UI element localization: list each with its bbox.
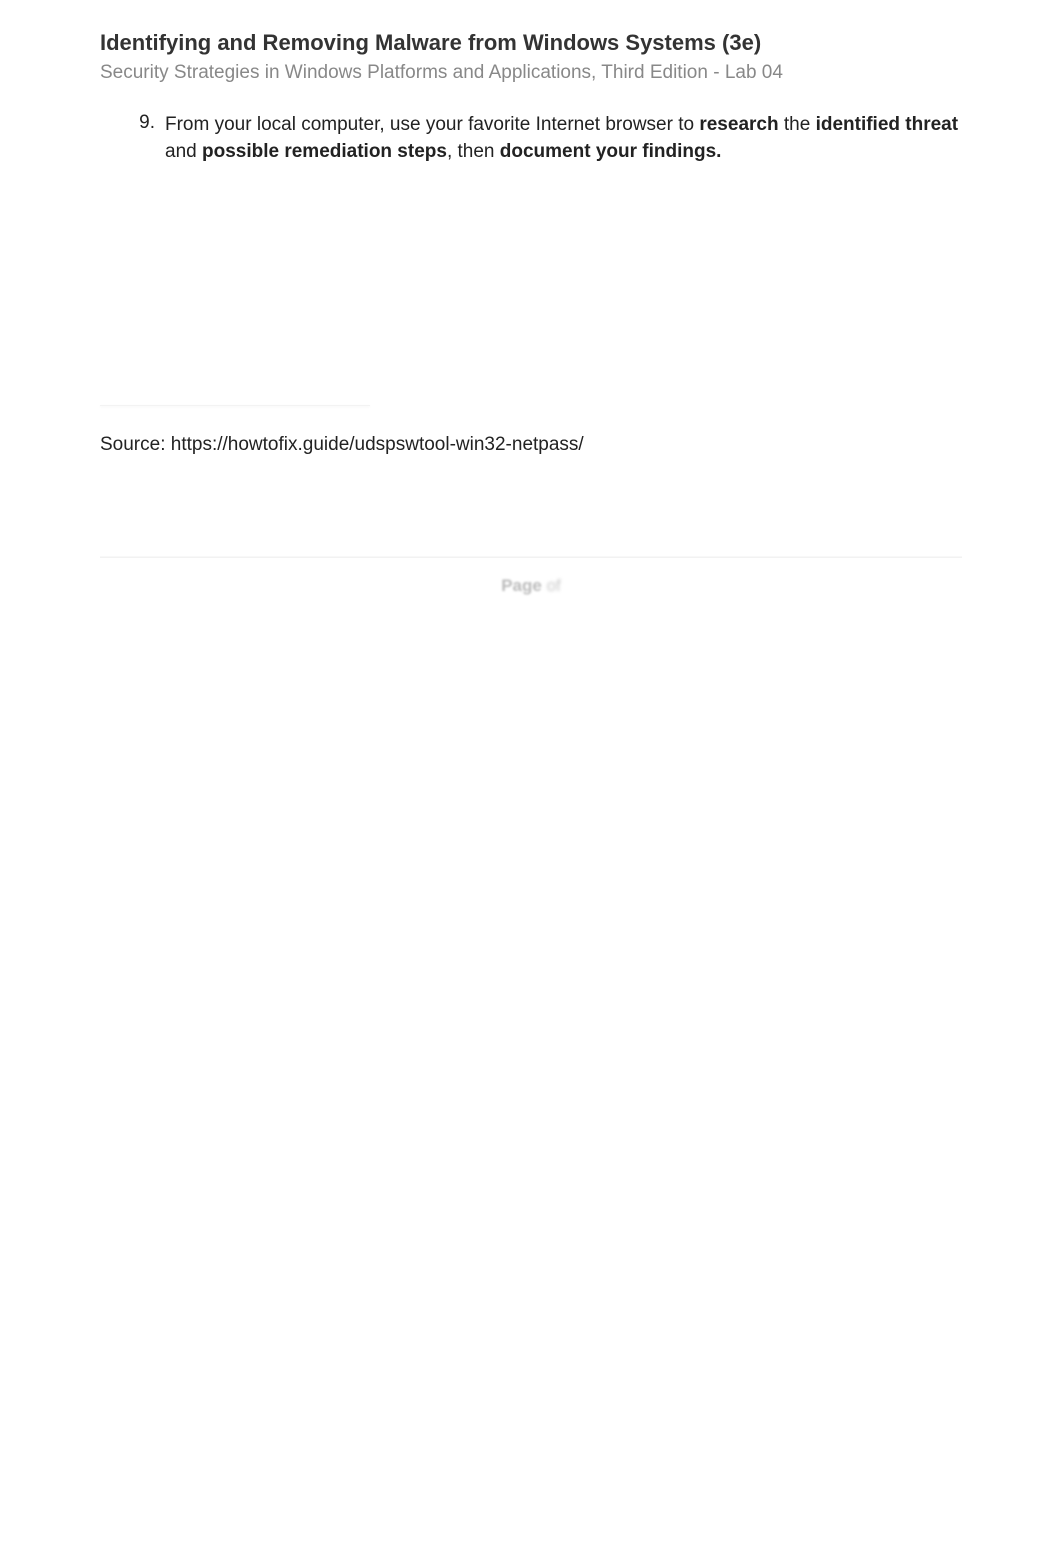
list-item-9: 9. From your local computer, use your fa… [130,112,962,165]
text-segment: the [779,114,816,135]
text-segment: , then [447,141,500,162]
text-segment: and [165,141,202,162]
page-container: Identifying and Removing Malware from Wi… [0,0,1062,596]
page-subtitle: Security Strategies in Windows Platforms… [100,62,962,84]
page-word: Page [501,576,542,595]
list-number: 9. [130,112,165,165]
text-segment: From your local computer, use your favor… [165,114,699,135]
text-bold-research: research [699,114,778,135]
source-section: Source: https://howtofix.guide/udspswtoo… [100,395,962,456]
text-bold-threat: identified threat [816,114,959,135]
source-divider [100,405,370,406]
text-bold-document: document your findings. [500,141,722,162]
page-footer: Page of [100,576,962,596]
page-number: of [542,576,561,595]
list-content: From your local computer, use your favor… [165,112,962,165]
source-text: Source: https://howtofix.guide/udspswtoo… [100,434,962,456]
page-title: Identifying and Removing Malware from Wi… [100,30,962,56]
footer-divider [100,556,962,558]
text-bold-remediation: possible remediation steps [202,141,447,162]
